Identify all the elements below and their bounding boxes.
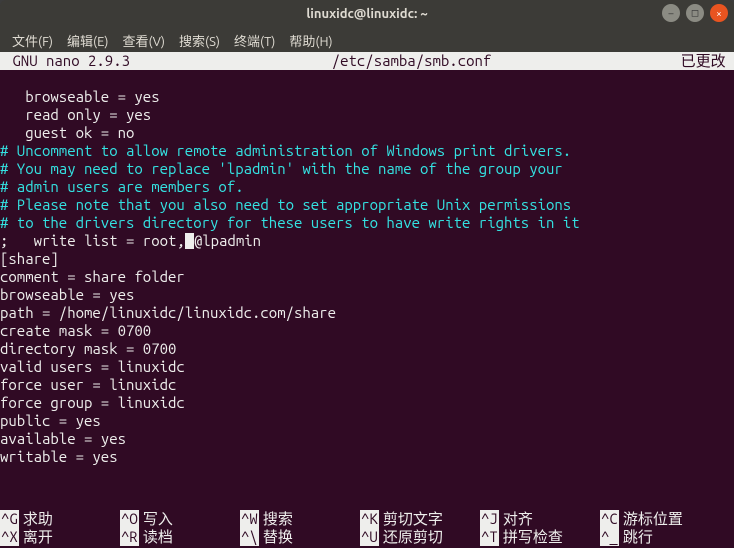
menu-edit[interactable]: 编辑(E) (61, 29, 114, 52)
shortcut-hint: ^T拼写检查 (480, 528, 600, 546)
editor-line: writable = yes (0, 448, 734, 466)
shortcut-label: 求助 (23, 510, 53, 528)
shortcut-key: ^O (120, 510, 139, 528)
shortcut-hint: ^W搜索 (240, 510, 360, 528)
shortcut-label: 还原剪切 (383, 528, 443, 546)
menu-terminal[interactable]: 终端(T) (228, 29, 281, 52)
shortcut-hint: ^J对齐 (480, 510, 600, 528)
nano-footer: ^G求助^O写入^W搜索^K剪切文字^J对齐^C游标位置 ^X离开^R读档^\替… (0, 510, 734, 548)
shortcut-label: 搜索 (263, 510, 293, 528)
shortcut-hint: ^G求助 (0, 510, 120, 528)
window-controls: – ◻ × (662, 4, 728, 22)
shortcut-hint: ^X离开 (0, 528, 120, 546)
shortcut-key: ^\ (240, 528, 259, 546)
shortcut-label: 剪切文字 (383, 510, 443, 528)
text-cursor (185, 233, 194, 249)
shortcut-hint: ^U还原剪切 (360, 528, 480, 546)
menu-view[interactable]: 查看(V) (117, 29, 171, 52)
footer-row-2: ^X离开^R读档^\替换^U还原剪切^T拼写检查^_跳行 (0, 528, 734, 546)
nano-app-name: GNU nano 2.9.3 (0, 52, 142, 70)
shortcut-hint: ^C游标位置 (600, 510, 720, 528)
shortcut-label: 拼写检查 (503, 528, 563, 546)
editor-line: # Uncomment to allow remote administrati… (0, 142, 734, 160)
editor-line: public = yes (0, 412, 734, 430)
menubar: 文件(F) 编辑(E) 查看(V) 搜索(S) 终端(T) 帮助(H) (0, 28, 734, 52)
shortcut-label: 对齐 (503, 510, 533, 528)
nano-modified-status: 已更改 (681, 52, 734, 70)
window-titlebar: linuxidc@linuxidc: ~ – ◻ × (0, 0, 734, 28)
shortcut-key: ^U (360, 528, 379, 546)
shortcut-label: 游标位置 (623, 510, 683, 528)
editor-line: force user = linuxidc (0, 376, 734, 394)
nano-header: GNU nano 2.9.3 /etc/samba/smb.conf 已更改 (0, 52, 734, 70)
close-button[interactable]: × (710, 4, 728, 22)
shortcut-key: ^R (120, 528, 139, 546)
editor-line: available = yes (0, 430, 734, 448)
editor-line: # You may need to replace 'lpadmin' with… (0, 160, 734, 178)
shortcut-key: ^J (480, 510, 499, 528)
shortcut-key: ^G (0, 510, 19, 528)
editor-line: force group = linuxidc (0, 394, 734, 412)
shortcut-key: ^T (480, 528, 499, 546)
shortcut-key: ^_ (600, 528, 619, 546)
editor-line: guest ok = no (0, 124, 734, 142)
shortcut-label: 替换 (263, 528, 293, 546)
shortcut-hint: ^_跳行 (600, 528, 720, 546)
editor-line: # to the drivers directory for these use… (0, 214, 734, 232)
shortcut-label: 跳行 (623, 528, 653, 546)
editor-line: create mask = 0700 (0, 322, 734, 340)
shortcut-key: ^C (600, 510, 619, 528)
shortcut-label: 写入 (143, 510, 173, 528)
shortcut-label: 读档 (143, 528, 173, 546)
editor-line: ; write list = root, @lpadmin (0, 232, 734, 250)
editor-line (0, 70, 734, 88)
editor-line: # admin users are members of. (0, 178, 734, 196)
minimize-button[interactable]: – (662, 4, 680, 22)
shortcut-key: ^X (0, 528, 19, 546)
footer-row-1: ^G求助^O写入^W搜索^K剪切文字^J对齐^C游标位置 (0, 510, 734, 528)
shortcut-hint: ^\替换 (240, 528, 360, 546)
nano-file-path: /etc/samba/smb.conf (142, 52, 680, 70)
editor-line: # Please note that you also need to set … (0, 196, 734, 214)
shortcut-hint: ^O写入 (120, 510, 240, 528)
editor-line: browseable = yes (0, 286, 734, 304)
menu-search[interactable]: 搜索(S) (173, 29, 226, 52)
shortcut-key: ^W (240, 510, 259, 528)
editor-line: directory mask = 0700 (0, 340, 734, 358)
menu-file[interactable]: 文件(F) (6, 29, 59, 52)
shortcut-key: ^K (360, 510, 379, 528)
editor-line: path = /home/linuxidc/linuxidc.com/share (0, 304, 734, 322)
editor-line: comment = share folder (0, 268, 734, 286)
terminal-area[interactable]: GNU nano 2.9.3 /etc/samba/smb.conf 已更改 b… (0, 52, 734, 548)
maximize-button[interactable]: ◻ (686, 4, 704, 22)
editor-line: browseable = yes (0, 88, 734, 106)
window-title: linuxidc@linuxidc: ~ (306, 7, 427, 21)
shortcut-hint: ^R读档 (120, 528, 240, 546)
editor-line: read only = yes (0, 106, 734, 124)
shortcut-hint: ^K剪切文字 (360, 510, 480, 528)
editor-content[interactable]: browseable = yes read only = yes guest o… (0, 70, 734, 466)
shortcut-label: 离开 (23, 528, 53, 546)
editor-line: [share] (0, 250, 734, 268)
editor-line: valid users = linuxidc (0, 358, 734, 376)
menu-help[interactable]: 帮助(H) (283, 29, 338, 52)
